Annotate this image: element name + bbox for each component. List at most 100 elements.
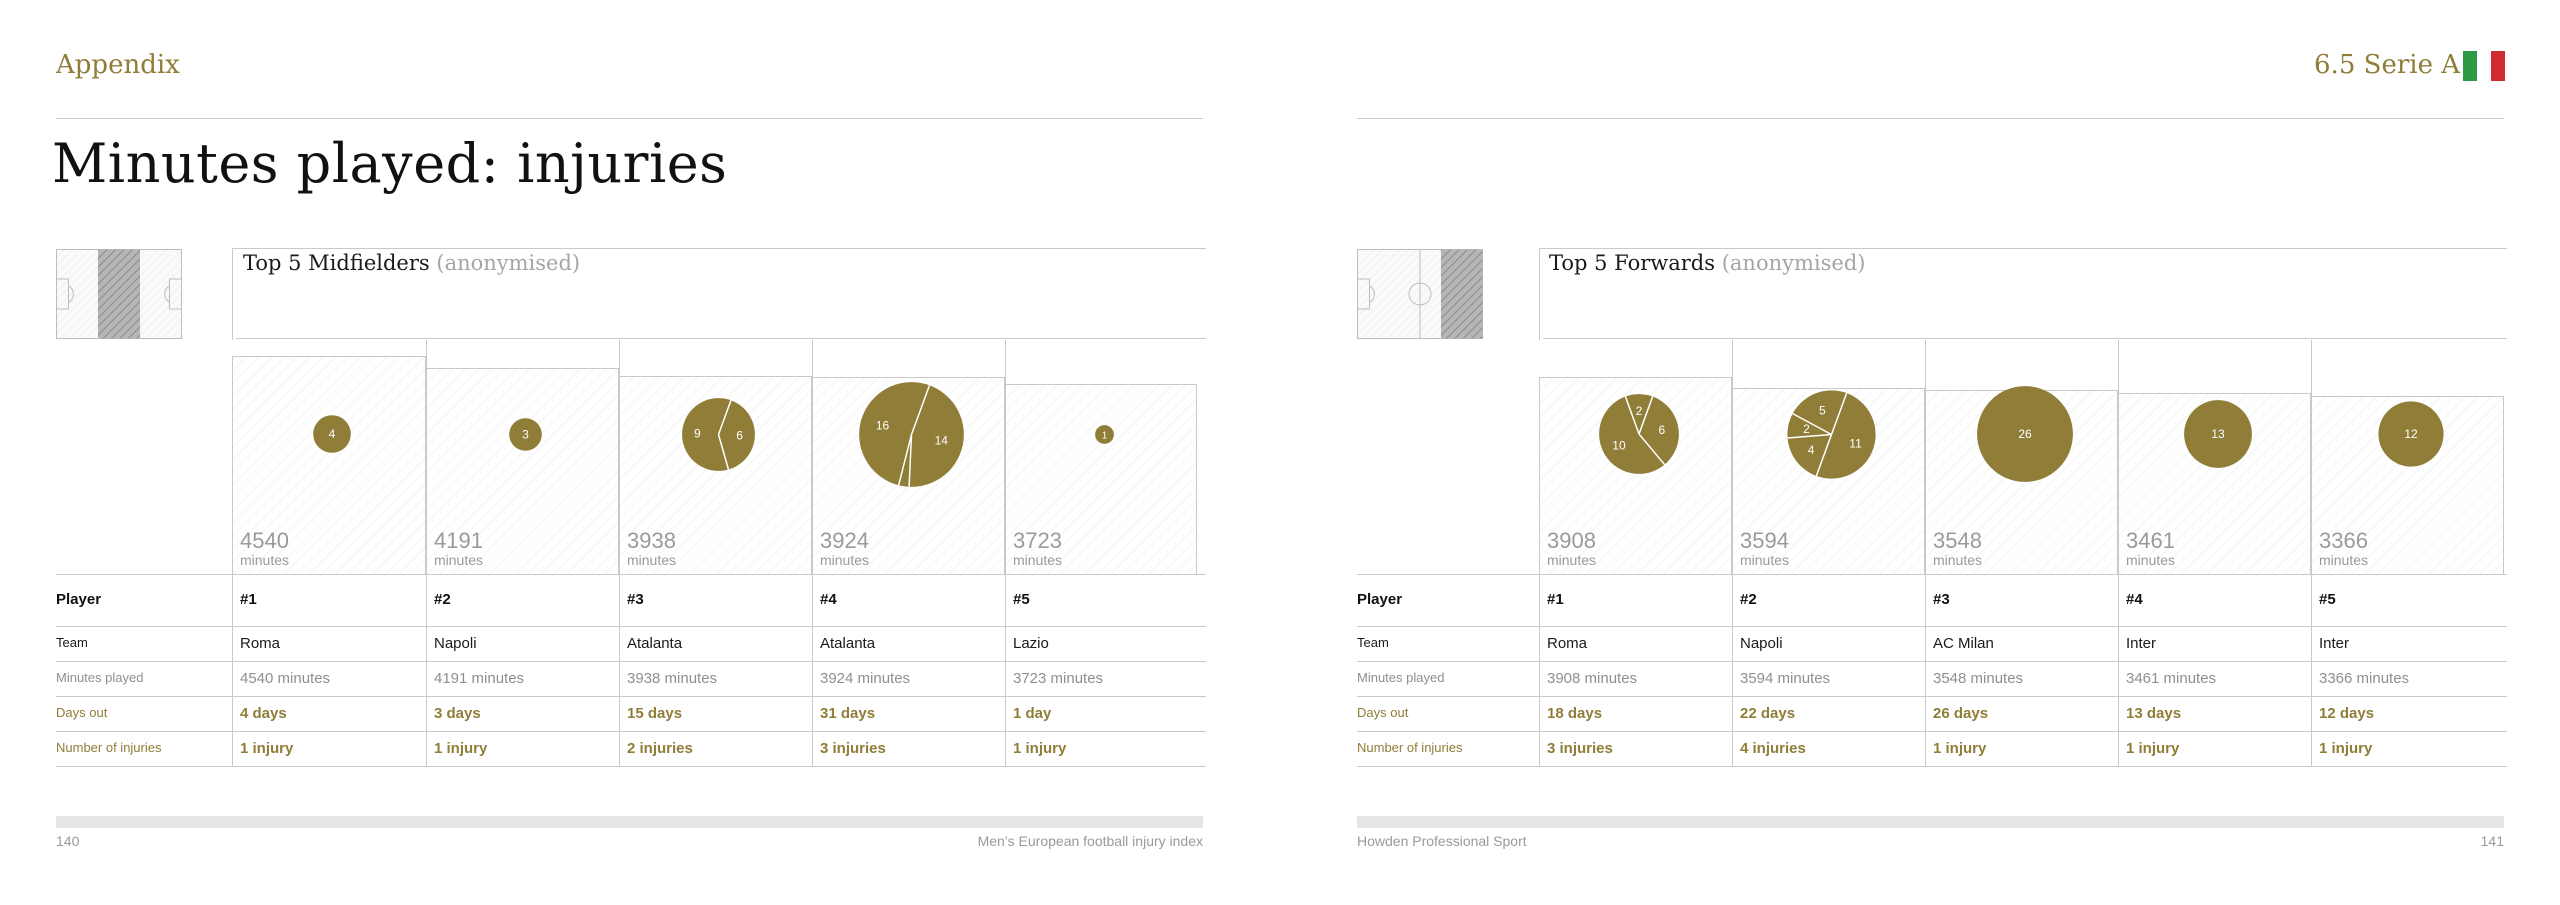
cell-team: Inter [2319,634,2350,652]
minutes-unit: minutes [240,552,290,568]
page-number-right: 141 [2480,833,2504,849]
injury-slice-label: 16 [876,418,890,432]
table-column-rule [2311,574,2312,766]
injury-slice-label: 2 [1803,422,1810,436]
cell-team: Atalanta [627,634,683,652]
minutes-value: 3908 [1547,528,1596,553]
table-row-rule [56,661,1206,662]
cell-minutes: 3938 minutes [627,669,718,687]
column-divider [1925,340,1926,390]
column-divider [1732,340,1733,389]
cell-minutes: 3548 minutes [1933,669,2024,687]
table-row-rule [1357,626,2507,627]
injury-pie: 14 16 [859,381,964,487]
cell-injuries: 1 injury [2126,739,2180,757]
injury-slice-label: 5 [1819,403,1826,417]
cell-injuries: 2 injuries [627,739,693,757]
injury-pie: 4 [313,415,351,453]
row-label-days: Days out [56,704,108,720]
cell-injuries: 1 injury [2319,739,2373,757]
minutes-unit: minutes [1013,552,1063,568]
cell-injuries: 3 injuries [820,739,886,757]
cell-days: 4 days [240,704,287,722]
cell-team: AC Milan [1933,634,1994,652]
cell-player: #4 [2126,591,2143,608]
minutes-value: 3723 [1013,528,1062,553]
cell-player: #1 [240,591,257,608]
injury-slice-label: 14 [935,433,949,447]
cell-minutes: 4540 minutes [240,669,331,687]
minutes-value: 4191 [434,528,483,553]
row-label-player: Player [1357,591,1403,608]
cell-minutes: 3908 minutes [1547,669,1638,687]
cell-player: #2 [1740,591,1757,608]
injury-slice-label: 6 [1658,423,1665,437]
cell-team: Inter [2126,634,2157,652]
cell-team: Lazio [1013,634,1049,652]
table-column-rule [2118,574,2119,766]
table-row-rule [1357,766,2507,767]
minutes-value: 3461 [2126,528,2175,553]
row-label-days: Days out [1357,704,1409,720]
cell-injuries: 4 injuries [1740,739,1806,757]
injury-days-label: 3 [522,427,529,441]
row-label-team: Team [56,634,88,650]
row-label-injuries: Number of injuries [1357,739,1463,755]
injury-pie-wrap: 13 [2182,398,2254,475]
column-divider [2311,340,2312,396]
cell-minutes: 3366 minutes [2319,669,2410,687]
cell-player: #5 [1013,591,1030,608]
cell-injuries: 3 injuries [1547,739,1613,757]
cell-injuries: 1 injury [1933,739,1987,757]
table-column-rule [1925,574,1926,766]
injury-pie: 69 [682,397,755,471]
footer-bar-left [56,816,1203,828]
cell-player: #5 [2319,591,2336,608]
injury-pie: 6 10 2 [1598,394,1679,474]
header-rule-left [56,118,1203,119]
cell-player: #1 [1547,591,1564,608]
injury-pie-wrap: 12 [2376,399,2446,474]
table-row-rule [1357,731,2507,732]
injury-slice-label: 4 [1808,442,1815,456]
cell-minutes: 3924 minutes [820,669,911,687]
cell-team: Napoli [434,634,477,652]
row-label-minutes: Minutes played [1357,669,1445,685]
injury-pie: 12 [2377,401,2444,467]
injury-days-label: 13 [2211,427,2225,441]
cell-player: #3 [1933,591,1950,608]
injury-pie-wrap: 1 [1093,423,1116,451]
player-bars: 4 4540 minutes 3 4191 minutes 6 9 3938 minutes 14 1… [56,248,1206,574]
column-divider [2118,340,2119,393]
minutes-value: 3548 [1933,528,1982,553]
injury-slice-label: 10 [1612,439,1626,453]
injury-pie: 13 [2183,400,2252,468]
column-divider [426,340,427,368]
cell-team: Roma [240,634,281,652]
minutes-unit: minutes [1933,552,1983,568]
minutes-value: 3924 [820,528,869,553]
table-column-rule [232,574,233,766]
injury-pie-wrap: 11 4 2 5 [1785,388,1878,486]
row-label-injuries: Number of injuries [56,739,162,755]
minutes-unit: minutes [434,552,484,568]
minutes-value: 3938 [627,528,676,553]
cell-player: #4 [820,591,837,608]
cell-days: 26 days [1933,704,1989,722]
cell-player: #2 [434,591,451,608]
table-column-rule [812,574,813,766]
table-column-rule [1539,574,1540,766]
minutes-unit: minutes [627,552,677,568]
injury-pie-wrap: 3 [507,416,544,458]
minutes-unit: minutes [2126,552,2176,568]
table-top-rule [56,574,1206,575]
cell-minutes: 3461 minutes [2126,669,2217,687]
table-row-rule [1357,696,2507,697]
cell-days: 15 days [627,704,683,722]
cell-minutes: 3594 minutes [1740,669,1831,687]
injury-pie: 26 [1976,386,2073,482]
footer-bar-right [1357,816,2504,828]
injury-pie: 11 4 25 [1787,389,1876,479]
injury-pie-wrap: 26 [1975,384,2075,489]
cell-injuries: 1 injury [240,739,294,757]
